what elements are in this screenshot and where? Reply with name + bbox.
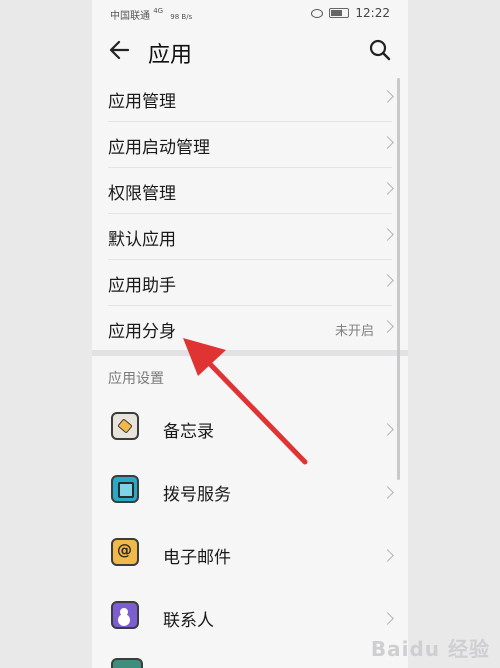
chevron-right-icon: [381, 274, 394, 287]
chevron-right-icon: [381, 228, 394, 241]
menu-item-app-twin[interactable]: 应用分身 未开启: [108, 306, 394, 351]
app-settings-list: 备忘录 拨号服务 电子邮件 联系人: [92, 400, 408, 652]
scrollbar[interactable]: [397, 78, 400, 480]
page-title: 应用: [148, 43, 193, 68]
section-divider: [92, 350, 408, 356]
menu-item-app-assistant[interactable]: 应用助手: [108, 260, 394, 306]
menu-item-permission-management[interactable]: 权限管理: [108, 168, 394, 214]
chevron-right-icon: [381, 549, 394, 562]
app-menu-list: 应用管理 应用启动管理 权限管理 默认应用 应用助手 应用分身 未开启: [92, 76, 408, 351]
carrier-text: 中国联通 4G 98 B/s: [110, 7, 193, 22]
chevron-right-icon: [381, 423, 394, 436]
phone-icon: [111, 475, 139, 503]
title-bar: 应用: [92, 28, 408, 74]
speed-text: 98 B/s: [170, 13, 193, 21]
watermark-logo: Baidu 经验: [370, 637, 490, 661]
battery-icon: [329, 8, 350, 18]
status-bar: 中国联通 4G 98 B/s 12:22: [92, 0, 408, 28]
chevron-right-icon: [381, 320, 394, 333]
app-item-notes[interactable]: 备忘录: [108, 400, 394, 463]
chevron-right-icon: [381, 136, 394, 149]
clock: 12:22: [355, 6, 390, 20]
contacts-icon: [111, 601, 139, 629]
menu-item-startup-management[interactable]: 应用启动管理: [108, 122, 394, 168]
chevron-right-icon: [381, 612, 394, 625]
notes-icon: [111, 412, 139, 440]
back-arrow-icon[interactable]: [106, 36, 134, 64]
app-item-contacts[interactable]: 联系人: [108, 589, 394, 652]
app-twin-status: 未开启: [334, 324, 374, 339]
chevron-right-icon: [381, 90, 394, 103]
search-icon[interactable]: [366, 36, 394, 64]
app-item-dialer[interactable]: 拨号服务: [108, 463, 394, 526]
app-icon-partial: [111, 658, 143, 668]
mail-icon: [111, 538, 139, 566]
phone-screen: 中国联通 4G 98 B/s 12:22 应用 应用管理 应用启动管理 权限管理…: [92, 0, 408, 668]
app-item-email[interactable]: 电子邮件: [108, 526, 394, 589]
section-title-app-settings: 应用设置: [108, 371, 164, 387]
eye-comfort-icon: [311, 8, 324, 18]
chevron-right-icon: [381, 182, 394, 195]
chevron-right-icon: [381, 486, 394, 499]
menu-item-app-management[interactable]: 应用管理: [108, 76, 394, 122]
menu-item-default-apps[interactable]: 默认应用: [108, 214, 394, 260]
